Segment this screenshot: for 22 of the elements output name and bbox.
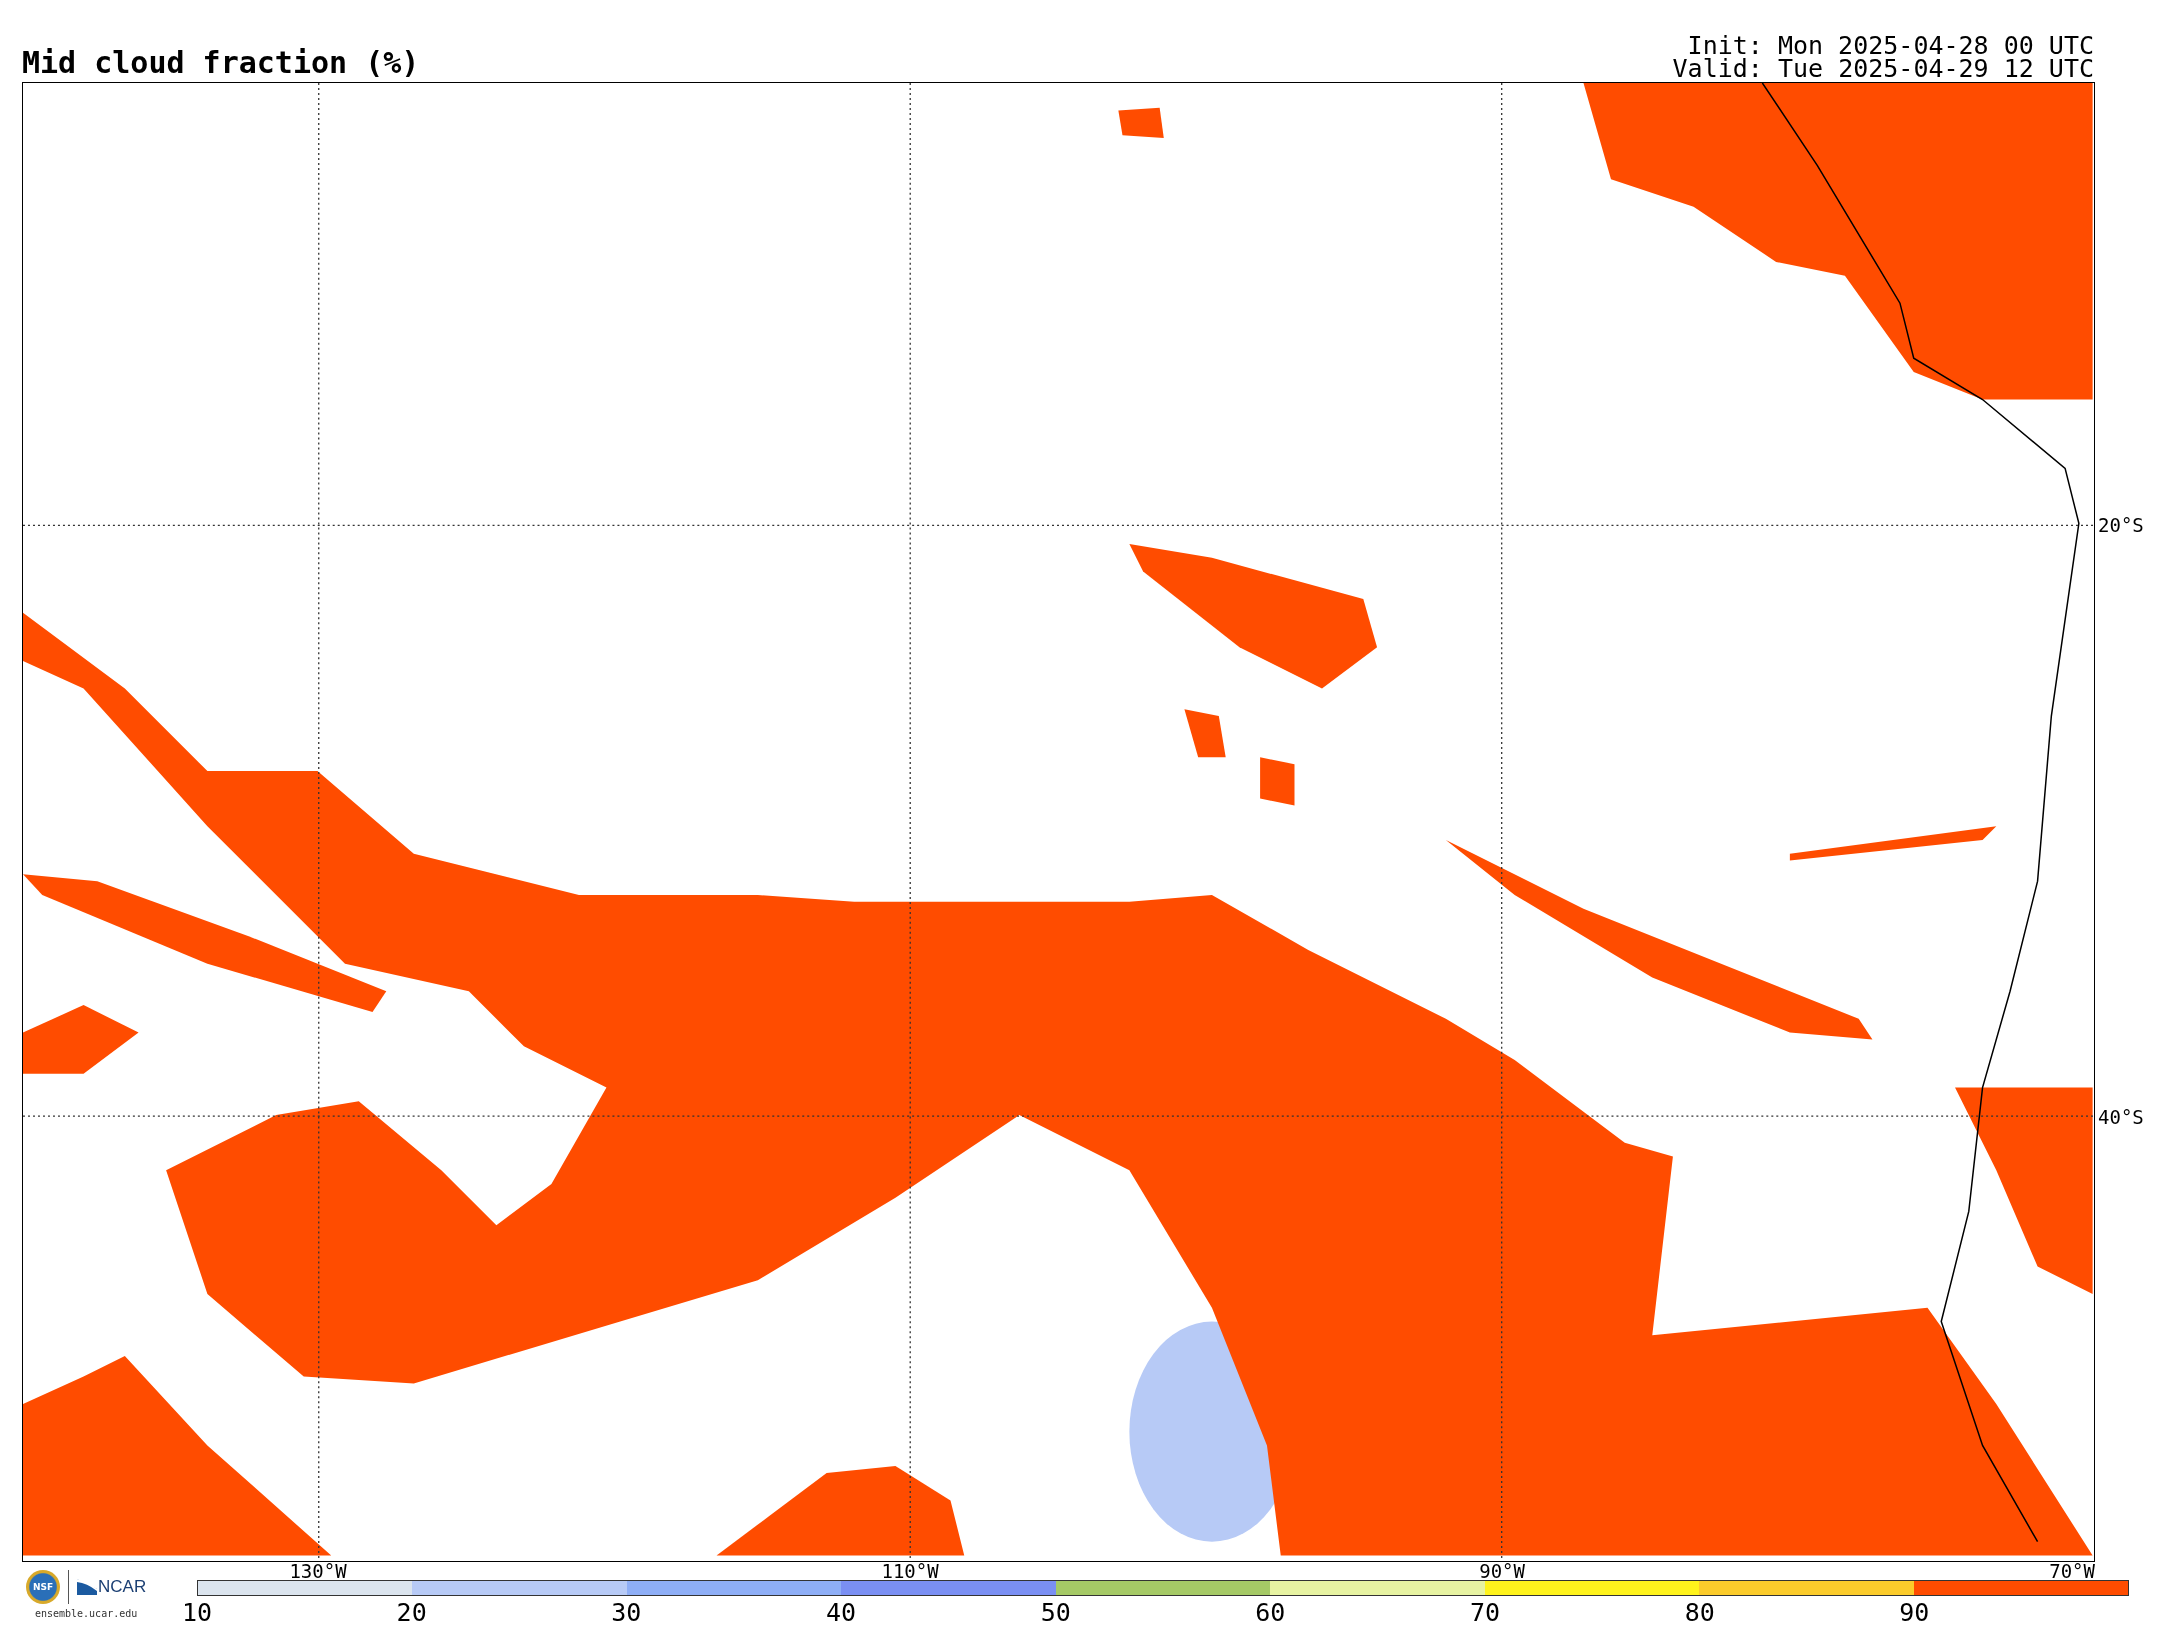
nsf-logo: NSF: [26, 1570, 60, 1604]
chart-title: Mid cloud fraction (%): [22, 48, 420, 78]
longitude-label: 130°W: [289, 1562, 347, 1581]
ncar-logo-icon: [77, 1579, 97, 1595]
ncar-logo-text: NCAR: [98, 1577, 147, 1597]
longitude-label: 90°W: [1479, 1562, 1525, 1581]
colorbar-tick-label: 70: [1470, 1600, 1501, 1625]
longitude-label: 70°W: [2049, 1562, 2095, 1581]
init-time: Init: Mon 2025-04-28 00 UTC: [1687, 34, 2094, 57]
colorbar-tick-label: 30: [611, 1600, 642, 1625]
latitude-label: 20°S: [2098, 513, 2144, 536]
colorbar-tick-label: 90: [1899, 1600, 1930, 1625]
longitude-label: 110°W: [881, 1562, 939, 1581]
valid-time: Valid: Tue 2025-04-29 12 UTC: [1672, 57, 2094, 80]
colorbar-tick-label: 10: [181, 1600, 213, 1625]
colorbar-tick-label: 80: [1684, 1600, 1715, 1625]
colorbar-tick-label: 20: [396, 1600, 427, 1625]
latitude-label: 40°S: [2098, 1105, 2144, 1128]
colorbar-tick-label: 50: [1040, 1600, 1071, 1625]
colorbar-tick-label: 60: [1255, 1600, 1286, 1625]
colorbar-tick-label: 40: [825, 1600, 857, 1625]
website-url: ensemble.ucar.edu: [34, 1608, 138, 1619]
